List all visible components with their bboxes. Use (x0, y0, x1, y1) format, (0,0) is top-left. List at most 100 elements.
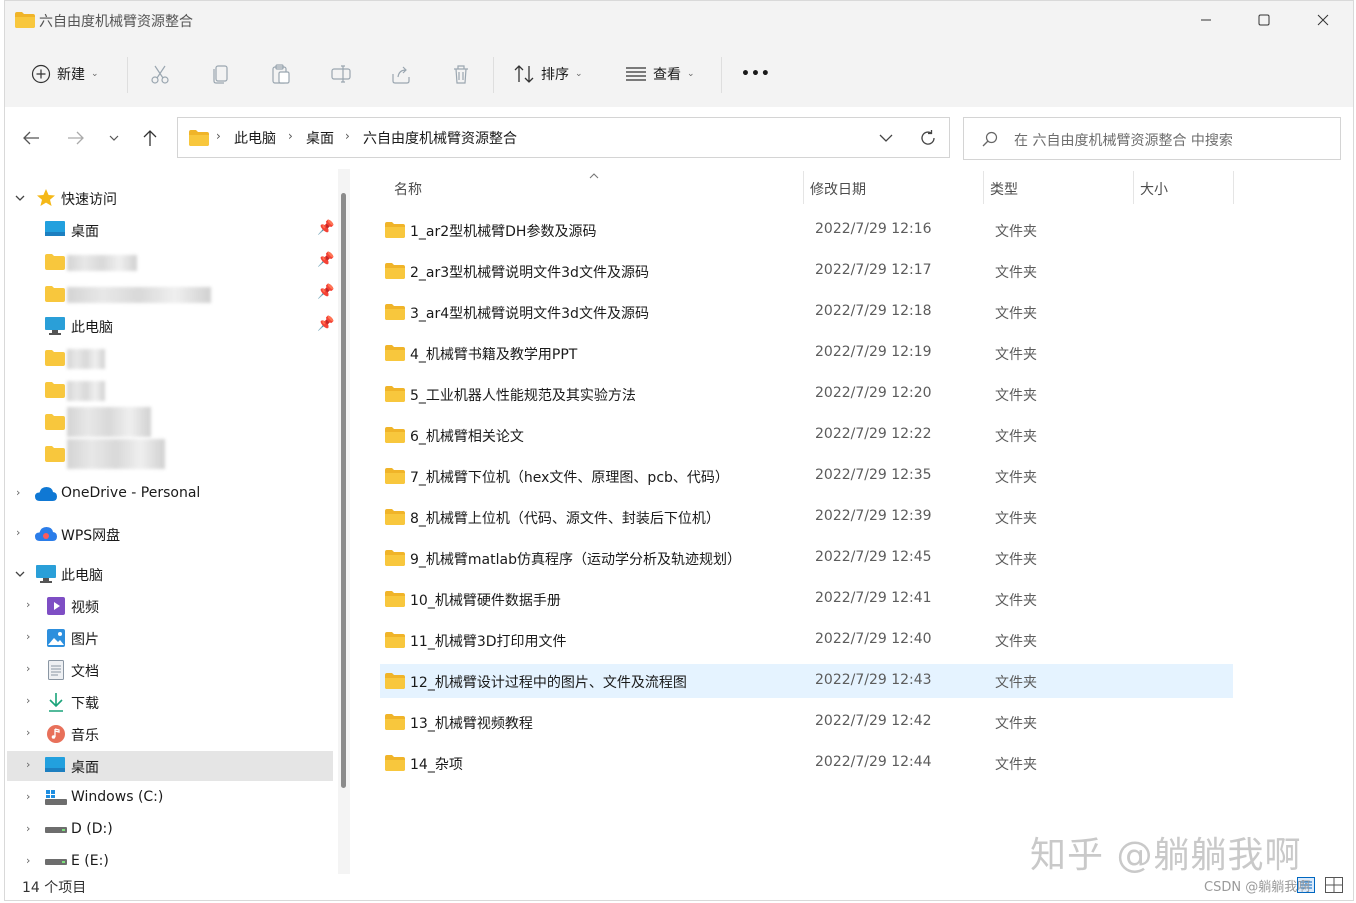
cut-button[interactable] (149, 41, 171, 107)
sidebar-item-this-pc[interactable]: 此电脑 (5, 559, 335, 589)
file-row[interactable]: 13_机械臂视频教程 2022/7/29 12:42 文件夹 (380, 705, 1233, 739)
blurred-label (67, 349, 105, 369)
back-button[interactable] (16, 123, 46, 153)
folder-icon (385, 550, 405, 566)
sidebar-item-this-pc-pinned[interactable]: 此电脑 📌 (5, 311, 335, 341)
sidebar-scrollbar-thumb[interactable] (341, 193, 346, 788)
sidebar-item-pictures[interactable]: › 图片 (5, 623, 335, 653)
column-header-name[interactable]: 名称 (394, 179, 422, 199)
file-date: 2022/7/29 12:17 (815, 262, 932, 278)
chevron-right-icon[interactable]: › (16, 526, 20, 539)
sidebar-item-onedrive[interactable]: › OneDrive - Personal (5, 479, 335, 509)
file-row[interactable]: 7_机械臂下位机（hex文件、原理图、pcb、代码） 2022/7/29 12:3… (380, 459, 1233, 493)
file-row[interactable]: 3_ar4型机械臂说明文件3d文件及源码 2022/7/29 12:18 文件夹 (380, 295, 1233, 329)
file-row[interactable]: 11_机械臂3D打印用文件 2022/7/29 12:40 文件夹 (380, 623, 1233, 657)
chevron-right-icon[interactable]: › (26, 854, 30, 867)
folder-icon (45, 254, 65, 270)
chevron-down-icon[interactable] (15, 570, 25, 578)
chevron-right-icon[interactable]: › (26, 694, 30, 707)
tiles-view-button[interactable] (1321, 873, 1347, 897)
column-divider[interactable] (1233, 171, 1234, 204)
copy-button[interactable] (210, 41, 232, 107)
folder-icon (45, 414, 65, 430)
folder-icon (385, 755, 405, 771)
minimize-button[interactable] (1177, 1, 1235, 39)
sidebar-item-drive-d[interactable]: › D (D:) (5, 815, 335, 845)
divider (127, 57, 128, 93)
sidebar-item-videos[interactable]: › 视频 (5, 591, 335, 621)
file-row[interactable]: 1_ar2型机械臂DH参数及源码 2022/7/29 12:16 文件夹 (380, 213, 1233, 247)
file-row[interactable]: 10_机械臂硬件数据手册 2022/7/29 12:41 文件夹 (380, 582, 1233, 616)
address-bar[interactable]: › 此电脑 › 桌面 › 六自由度机械臂资源整合 (177, 117, 950, 158)
chevron-right-icon[interactable]: › (26, 726, 30, 739)
title-bar[interactable]: 六自由度机械臂资源整合 (5, 1, 1353, 41)
file-row[interactable]: 8_机械臂上位机（代码、源文件、封装后下位机） 2022/7/29 12:39 文件… (380, 500, 1233, 534)
chevron-right-icon[interactable]: › (26, 662, 30, 675)
sidebar-item-pinned-folder[interactable]: 📌 (5, 279, 335, 309)
folder-icon (385, 468, 405, 484)
chevron-right-icon[interactable]: › (26, 790, 30, 803)
chevron-right-icon[interactable]: › (16, 486, 20, 499)
close-button[interactable] (1294, 1, 1352, 39)
sidebar-item-wps[interactable]: › WPS网盘 (5, 519, 335, 549)
folder-icon (385, 263, 405, 279)
search-box[interactable]: 在 六自由度机械臂资源整合 中搜索 (963, 117, 1341, 160)
more-options-button[interactable]: ••• (741, 41, 771, 107)
up-button[interactable] (135, 123, 165, 153)
minimize-icon (1201, 19, 1211, 21)
column-divider[interactable] (983, 171, 984, 204)
file-date: 2022/7/29 12:18 (815, 303, 932, 319)
column-header-size[interactable]: 大小 (1140, 179, 1168, 199)
sidebar-item-desktop[interactable]: › 桌面 (7, 751, 333, 781)
file-row[interactable]: 12_机械臂设计过程中的图片、文件及流程图 2022/7/29 12:43 文件夹 (380, 664, 1233, 698)
breadcrumb-current-folder[interactable]: 六自由度机械臂资源整合 (363, 128, 517, 148)
sidebar-item-documents[interactable]: › 文档 (5, 655, 335, 685)
file-row[interactable]: 2_ar3型机械臂说明文件3d文件及源码 2022/7/29 12:17 文件夹 (380, 254, 1233, 288)
view-button[interactable]: 查看 ⌄ (625, 41, 695, 107)
sidebar-item-downloads[interactable]: › 下载 (5, 687, 335, 717)
forward-button[interactable] (61, 123, 91, 153)
sidebar-item-pinned-folder[interactable]: 📌 (5, 247, 335, 277)
column-divider[interactable] (803, 171, 804, 204)
chevron-right-icon[interactable]: › (26, 758, 30, 771)
file-row[interactable]: 9_机械臂matlab仿真程序（运动学分析及轨迹规划） 2022/7/29 12:… (380, 541, 1233, 575)
file-name: 4_机械臂书籍及教学用PPT (410, 347, 578, 363)
chevron-down-icon[interactable] (879, 133, 893, 143)
sidebar-item-drive-e[interactable]: › E (E:) (5, 847, 335, 877)
breadcrumb-chevron-icon[interactable]: › (288, 129, 293, 143)
sidebar-item-music[interactable]: › 音乐 (5, 719, 335, 749)
maximize-button[interactable] (1235, 1, 1293, 39)
breadcrumb-desktop[interactable]: 桌面 (306, 128, 334, 148)
share-button[interactable] (390, 41, 412, 107)
divider (721, 57, 722, 93)
file-row[interactable]: 6_机械臂相关论文 2022/7/29 12:22 文件夹 (380, 418, 1233, 452)
sidebar-item-folder[interactable] (5, 343, 335, 373)
sidebar-item-desktop-pinned[interactable]: 桌面 📌 (5, 215, 335, 245)
breadcrumb-chevron-icon[interactable]: › (216, 129, 221, 143)
breadcrumb-chevron-icon[interactable]: › (345, 129, 350, 143)
column-header-date[interactable]: 修改日期 (810, 179, 866, 199)
column-header-type[interactable]: 类型 (990, 179, 1018, 199)
new-button[interactable]: 新建 ⌄ (31, 41, 99, 107)
chevron-down-icon[interactable] (15, 194, 25, 202)
file-row[interactable]: 14_杂项 2022/7/29 12:44 文件夹 (380, 746, 1233, 780)
chevron-right-icon[interactable]: › (26, 630, 30, 643)
breadcrumb-this-pc[interactable]: 此电脑 (234, 128, 276, 148)
sidebar-item-folder[interactable] (5, 439, 335, 469)
file-row[interactable]: 5_工业机器人性能规范及其实验方法 2022/7/29 12:20 文件夹 (380, 377, 1233, 411)
sort-button[interactable]: 排序 ⌄ (513, 41, 583, 107)
sidebar-item-folder[interactable] (5, 407, 335, 437)
column-divider[interactable] (1133, 171, 1134, 204)
recent-locations-button[interactable] (99, 123, 129, 153)
item-count: 14 个项目 (22, 880, 87, 896)
sidebar-item-drive-c[interactable]: › Windows (C:) (5, 783, 335, 813)
sidebar-item-quick-access[interactable]: 快速访问 (5, 183, 335, 213)
refresh-icon[interactable] (919, 129, 937, 147)
paste-button[interactable] (270, 41, 292, 107)
chevron-right-icon[interactable]: › (26, 822, 30, 835)
delete-button[interactable] (450, 41, 472, 107)
file-row[interactable]: 4_机械臂书籍及教学用PPT 2022/7/29 12:19 文件夹 (380, 336, 1233, 370)
rename-button[interactable] (330, 41, 352, 107)
sidebar-item-folder[interactable] (5, 375, 335, 405)
chevron-right-icon[interactable]: › (26, 598, 30, 611)
